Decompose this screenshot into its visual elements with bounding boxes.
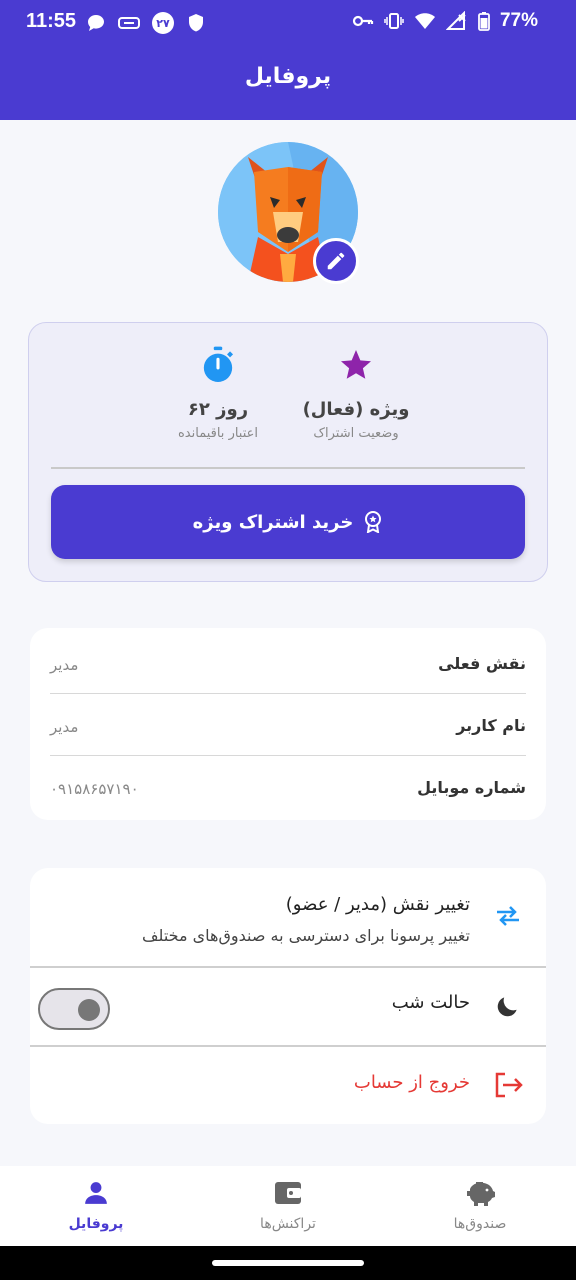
info-value: مدیر <box>50 656 79 674</box>
nav-item-funds[interactable]: صندوق‌ها <box>410 1178 550 1232</box>
battery-icon <box>478 12 490 31</box>
signal-icon <box>445 11 466 30</box>
info-value: ۰۹۱۵۸۶۵۷۱۹۰ <box>50 780 139 798</box>
divider <box>51 467 525 469</box>
wifi-icon <box>414 13 435 29</box>
info-label: نام کاربر <box>456 716 526 735</box>
remaining-credit-value: ۶۲ روز <box>187 399 249 420</box>
info-label: نقش فعلی <box>438 654 526 673</box>
status-notification-icons: ۲۷ <box>86 12 206 34</box>
status-bar: 11:55 ۲۷ 77% <box>0 0 576 44</box>
link-icon <box>118 17 140 29</box>
notification-badge: ۲۷ <box>152 12 174 34</box>
person-icon <box>85 1182 107 1204</box>
switch-role-row[interactable]: تغییر نقش (مدیر / عضو) تغییر پرسونا برای… <box>30 868 546 966</box>
system-navigation-bar <box>0 1246 576 1280</box>
info-label: شماره موبایل <box>417 778 526 797</box>
nav-label: پروفایل <box>68 1216 124 1232</box>
logout-row[interactable]: خروج از حساب <box>30 1047 546 1124</box>
logout-icon <box>492 1069 524 1101</box>
buy-premium-label: خرید اشتراک ویژه <box>192 511 354 533</box>
badge-icon <box>365 511 382 533</box>
info-row-mobile: شماره موبایل ۰۹۱۵۸۶۵۷۱۹۰ <box>50 756 526 818</box>
wallet-icon <box>275 1182 301 1204</box>
nav-label: تراکنش‌ها <box>260 1216 316 1232</box>
app-bar: پروفایل <box>0 44 576 120</box>
vibrate-icon <box>384 13 404 29</box>
nav-item-profile[interactable]: پروفایل <box>26 1178 166 1232</box>
bottom-navigation: صندوق‌ها تراکنش‌ها پروفایل <box>0 1166 576 1246</box>
dark-mode-label: حالت شب <box>391 992 470 1013</box>
remaining-credit-label: اعتبار باقیمانده <box>177 426 259 441</box>
timer-icon <box>203 346 234 382</box>
home-indicator[interactable] <box>212 1260 364 1266</box>
moon-icon <box>492 990 524 1022</box>
subscription-card: ویژه (فعال) وضعیت اشتراک ۶۲ روز اعتبار ب… <box>28 322 548 582</box>
swap-arrows-icon <box>492 900 524 932</box>
info-row-username: نام کاربر مدیر <box>50 694 526 756</box>
toggle-knob <box>78 999 100 1021</box>
battery-percent: 77% <box>499 10 538 31</box>
page-title: پروفایل <box>244 64 332 89</box>
buy-premium-button[interactable]: خرید اشتراک ویژه <box>51 485 525 559</box>
logout-label: خروج از حساب <box>353 1072 470 1093</box>
piggy-bank-icon <box>467 1182 495 1206</box>
shield-icon <box>189 14 203 32</box>
pencil-icon <box>327 252 345 270</box>
nav-label: صندوق‌ها <box>453 1216 507 1232</box>
star-icon <box>341 350 371 379</box>
dark-mode-toggle[interactable] <box>38 988 110 1030</box>
edit-avatar-button[interactable] <box>313 238 359 284</box>
info-row-role: نقش فعلی مدیر <box>50 632 526 694</box>
info-value: مدیر <box>50 718 79 736</box>
chat-bubble-icon <box>88 15 104 31</box>
status-time: 11:55 <box>26 10 77 32</box>
user-info-card: نقش فعلی مدیر نام کاربر مدیر شماره موبای… <box>30 628 546 820</box>
actions-card: تغییر نقش (مدیر / عضو) تغییر پرسونا برای… <box>30 868 546 1124</box>
switch-role-title: تغییر نقش (مدیر / عضو) <box>285 894 470 915</box>
nav-item-transactions[interactable]: تراکنش‌ها <box>218 1178 358 1232</box>
key-icon <box>352 15 374 27</box>
status-system-icons: 77% <box>352 10 538 32</box>
switch-role-subtitle: تغییر پرسونا برای دسترسی به صندوق‌های مخ… <box>141 926 470 945</box>
remaining-credit: ۶۲ روز اعتبار باقیمانده <box>133 345 303 441</box>
